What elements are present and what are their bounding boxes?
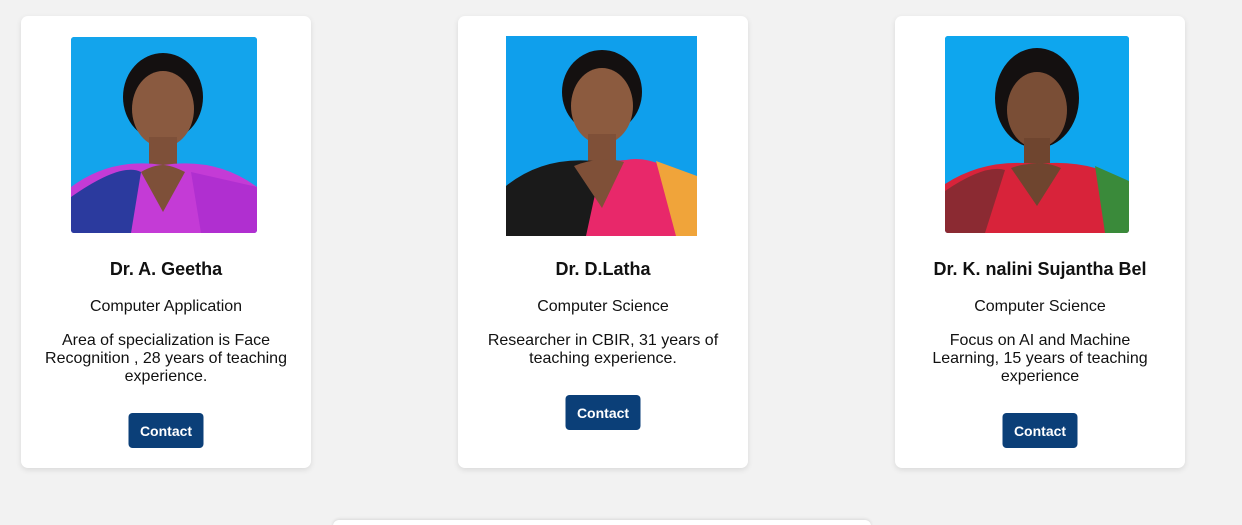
faculty-card: Dr. A. Geetha Computer Application Area … — [21, 16, 311, 468]
faculty-photo — [71, 37, 257, 233]
next-card-edge — [333, 520, 871, 525]
faculty-description: Focus on AI and Machine Learning, 15 yea… — [932, 332, 1148, 385]
faculty-photo — [506, 36, 697, 236]
contact-button[interactable]: Contact — [1002, 413, 1078, 448]
faculty-name: Dr. A. Geetha — [109, 259, 223, 279]
faculty-department: Computer Science — [537, 298, 669, 315]
faculty-card: Dr. K. nalini Sujantha Bel Computer Scie… — [895, 16, 1185, 468]
faculty-name: Dr. D.Latha — [555, 259, 651, 279]
contact-button[interactable]: Contact — [128, 413, 204, 448]
faculty-description: Researcher in CBIR, 31 years of teaching… — [487, 332, 719, 367]
faculty-department: Computer Application — [89, 298, 243, 315]
contact-button[interactable]: Contact — [565, 395, 641, 430]
faculty-description: Area of specialization is Face Recogniti… — [45, 332, 287, 385]
faculty-page: Dr. A. Geetha Computer Application Area … — [0, 0, 1242, 525]
faculty-card: Dr. D.Latha Computer Science Researcher … — [458, 16, 748, 468]
faculty-department: Computer Science — [974, 298, 1106, 315]
faculty-photo — [945, 36, 1129, 233]
faculty-name: Dr. K. nalini Sujantha Bel — [933, 259, 1147, 279]
